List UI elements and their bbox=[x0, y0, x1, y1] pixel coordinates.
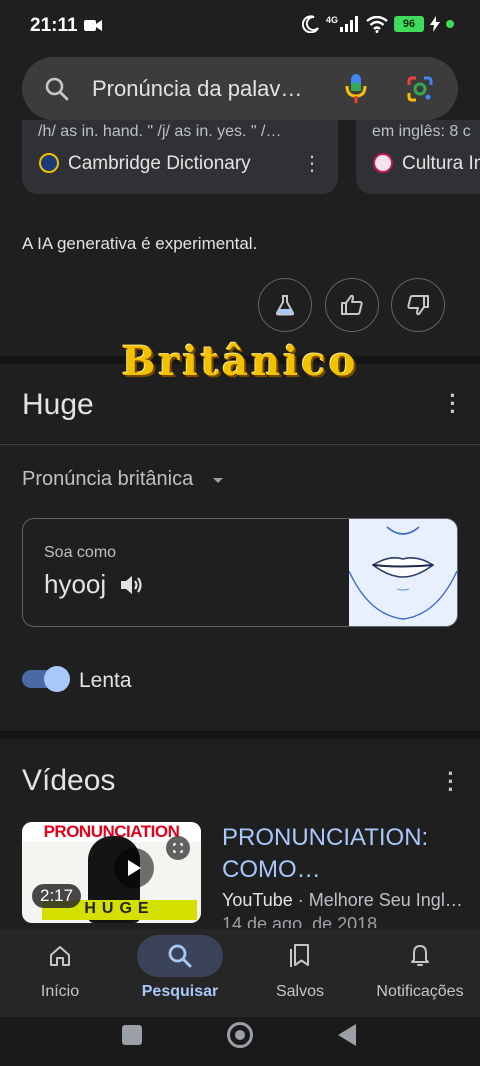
source-card-cambridge[interactable]: /h/ as in. hand. " /j/ as in. yes. " /… … bbox=[22, 120, 338, 194]
nav-label: Pesquisar bbox=[141, 983, 219, 1000]
nav-item-salvos[interactable]: Salvos bbox=[240, 929, 360, 1017]
charging-bolt-icon bbox=[430, 16, 440, 32]
more-vert-icon[interactable]: · · · bbox=[446, 763, 456, 801]
video-duration: 2:17 bbox=[32, 884, 82, 908]
nav-icon-wrap bbox=[137, 935, 223, 977]
speaker-icon[interactable] bbox=[119, 573, 145, 597]
cambridge-logo-icon bbox=[39, 153, 59, 173]
privacy-dot bbox=[446, 20, 454, 28]
google-lens-icon[interactable] bbox=[406, 75, 434, 103]
ai-experimental-note: A IA generativa é experimental. bbox=[22, 234, 258, 253]
cultura-logo-icon bbox=[373, 153, 393, 173]
video-source: YouTube · Melhore Seu Ingl… bbox=[222, 890, 467, 911]
more-vert-icon[interactable]: · · · bbox=[448, 385, 458, 423]
nav-item-inicio[interactable]: Início bbox=[0, 929, 120, 1017]
nav-label: Salvos bbox=[275, 983, 325, 1000]
cell-signal-icon bbox=[340, 16, 358, 32]
overlay-title: Britânico bbox=[121, 338, 359, 385]
source-snippet: em inglês: 8 c bbox=[372, 123, 471, 140]
thumbs-down-icon bbox=[407, 295, 429, 316]
videos-title: Vídeos bbox=[22, 764, 116, 797]
home-button[interactable] bbox=[227, 1022, 253, 1048]
slow-label: Lenta bbox=[79, 669, 132, 692]
recents-button[interactable] bbox=[122, 1025, 142, 1045]
bell-icon bbox=[411, 945, 429, 966]
video-title[interactable]: PRONUNCIATION: COMO… bbox=[222, 822, 462, 886]
wifi-icon bbox=[366, 15, 388, 33]
battery-indicator: 96 bbox=[394, 16, 424, 32]
slow-toggle[interactable] bbox=[22, 666, 70, 692]
source-name: Cultura In bbox=[402, 153, 480, 174]
toggle-knob bbox=[44, 666, 70, 692]
search-icon bbox=[168, 944, 192, 968]
play-icon[interactable] bbox=[114, 848, 154, 888]
status-icons: 4G 96 bbox=[301, 15, 454, 33]
video-source-suffix: · Melhore Seu Ingl… bbox=[292, 890, 463, 910]
microphone-icon[interactable] bbox=[345, 73, 367, 105]
nav-item-pesquisar[interactable]: Pesquisar bbox=[120, 929, 240, 1017]
nav-icon-wrap bbox=[17, 935, 103, 977]
divider bbox=[0, 444, 480, 445]
nav-label: Início bbox=[40, 983, 80, 1000]
nav-icon-wrap bbox=[377, 935, 463, 977]
home-icon bbox=[50, 946, 70, 966]
network-label: 4G bbox=[325, 15, 338, 25]
dropdown-caret-icon[interactable] bbox=[213, 478, 223, 483]
search-icon bbox=[45, 77, 69, 101]
nav-icon-wrap bbox=[257, 935, 343, 977]
labs-button[interactable] bbox=[258, 278, 312, 332]
source-snippet: /h/ as in. hand. " /j/ as in. yes. " /… bbox=[38, 123, 282, 140]
search-bar[interactable]: Pronúncia da palav… bbox=[22, 57, 458, 120]
pronunciation-selector[interactable]: Pronúncia britânica bbox=[22, 468, 193, 491]
system-nav-bar bbox=[0, 1017, 480, 1066]
thumbs-down-button[interactable] bbox=[391, 278, 445, 332]
video-channel: YouTube bbox=[222, 890, 293, 910]
sounds-like-label: Soa como bbox=[44, 544, 117, 561]
status-bar: 21:11 4G 96 bbox=[0, 0, 480, 52]
sounds-like-card: Soa como hyooj bbox=[22, 518, 458, 627]
source-card-cultura[interactable]: em inglês: 8 c Cultura In bbox=[356, 120, 480, 194]
section-divider bbox=[0, 731, 480, 739]
thumbs-up-icon bbox=[341, 294, 363, 315]
source-name: Cambridge Dictionary bbox=[68, 153, 251, 174]
nav-item-notificacoes[interactable]: Notificações bbox=[360, 929, 480, 1017]
back-button[interactable] bbox=[338, 1024, 356, 1046]
phonetic-spelling: hyooj bbox=[44, 569, 107, 599]
flask-icon bbox=[275, 295, 295, 316]
status-time: 21:11 bbox=[30, 15, 78, 36]
mouth-animation-image bbox=[349, 519, 457, 626]
bottom-nav: Início Pesquisar Salvos Notificações bbox=[0, 929, 480, 1017]
screen: 21:11 4G 96 /h/ as in. hand. " /j/ as in… bbox=[0, 0, 480, 1066]
bookmarks-icon bbox=[290, 944, 309, 967]
moon-icon bbox=[301, 15, 319, 33]
word-title: Huge bbox=[22, 388, 94, 421]
search-input[interactable]: Pronúncia da palav… bbox=[92, 76, 327, 102]
more-vert-icon[interactable]: ⋮ bbox=[302, 151, 322, 176]
expand-icon[interactable] bbox=[166, 836, 190, 860]
nav-label: Notificações bbox=[376, 983, 464, 1000]
video-date: 14 de ago. de 2018 bbox=[222, 914, 378, 928]
video-camera-icon bbox=[84, 20, 102, 31]
thumbs-up-button[interactable] bbox=[325, 278, 379, 332]
video-thumbnail[interactable]: PRONUNCIATION HUGE 2:17 bbox=[22, 822, 201, 923]
